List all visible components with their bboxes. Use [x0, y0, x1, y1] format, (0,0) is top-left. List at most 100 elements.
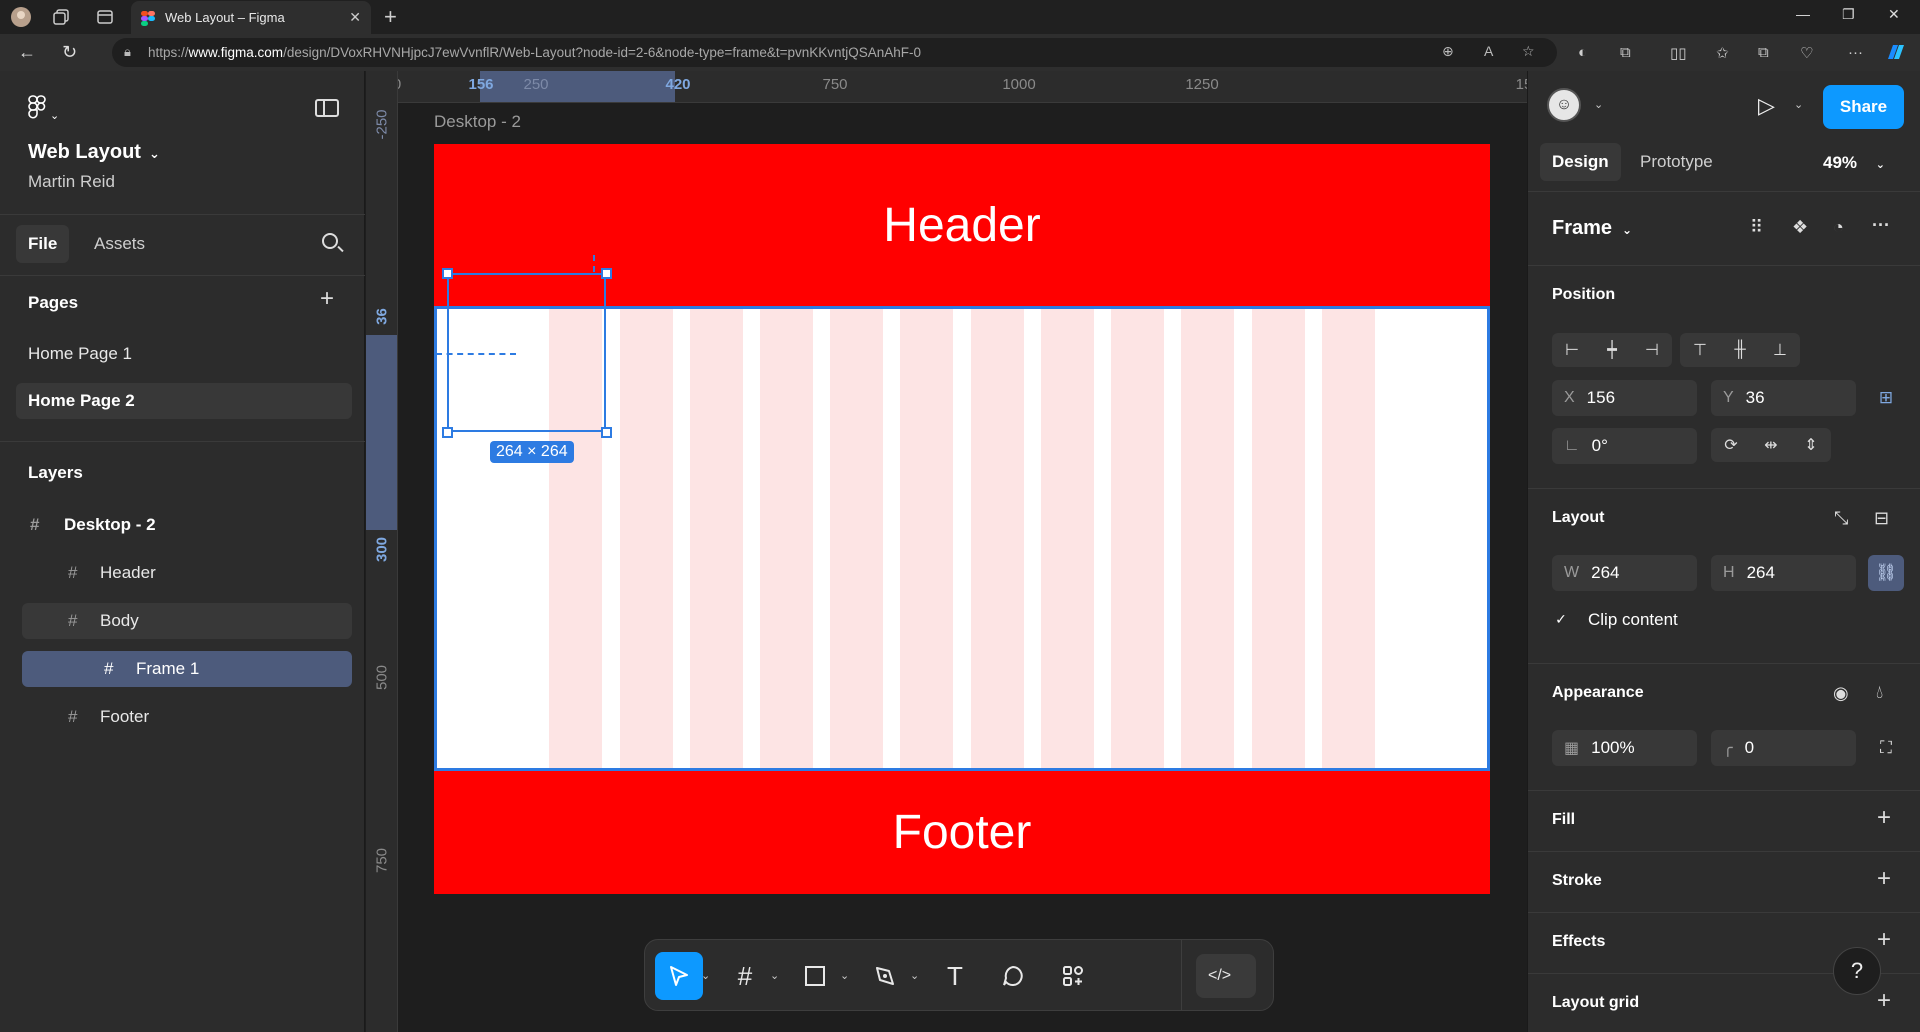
resize-handle[interactable]	[442, 427, 453, 438]
align-bottom-icon[interactable]: ⊥	[1760, 333, 1800, 367]
move-tool-icon[interactable]	[655, 952, 703, 1000]
x-position-field[interactable]: X 156	[1552, 380, 1697, 416]
chevron-down-icon[interactable]: ⌄	[1876, 159, 1885, 171]
chevron-down-icon[interactable]: ⌄	[840, 969, 849, 982]
align-left-icon[interactable]: ⊢	[1552, 333, 1592, 367]
avatar[interactable]: ☺	[1547, 88, 1581, 122]
tab-assets[interactable]: Assets	[82, 225, 157, 263]
y-position-field[interactable]: Y 36	[1711, 380, 1856, 416]
chevron-down-icon[interactable]: ⌄	[910, 969, 919, 982]
align-horizontal-center-icon[interactable]: ┿	[1592, 333, 1632, 367]
close-tab-icon[interactable]: ✕	[349, 9, 361, 26]
flip-horizontal-icon[interactable]: ⇹	[1751, 428, 1791, 462]
resize-handle[interactable]	[442, 268, 453, 279]
height-field[interactable]: H 264	[1711, 555, 1856, 591]
favorite-star-icon[interactable]: ☆	[1522, 43, 1535, 60]
collapse-icon[interactable]: ⤡	[1834, 508, 1848, 529]
frame-tool-icon[interactable]: #	[721, 952, 769, 1000]
checkmark-icon[interactable]: ✓	[1552, 610, 1570, 628]
opacity-field[interactable]: ▦ 100%	[1552, 730, 1697, 766]
url-field[interactable]: 🔒︎ https://www.figma.com/design/DVoxRHVN…	[112, 38, 1557, 67]
page-item[interactable]: Home Page 1	[16, 336, 352, 372]
add-fill-icon[interactable]: +	[1877, 804, 1891, 832]
align-right-icon[interactable]: ⊣	[1632, 333, 1672, 367]
chevron-down-icon[interactable]: ⌄	[149, 146, 160, 161]
tab-file[interactable]: File	[16, 225, 70, 263]
tab-actions-icon[interactable]	[94, 6, 116, 28]
resize-handle[interactable]	[601, 268, 612, 279]
rotation-field[interactable]: ∟ 0°	[1552, 428, 1697, 464]
rectangle-tool-icon[interactable]	[791, 952, 839, 1000]
rotate-icon[interactable]: ⟳	[1711, 428, 1751, 462]
lock-icon[interactable]: 🔒︎	[124, 44, 131, 60]
selected-frame-1[interactable]	[447, 273, 606, 432]
figma-menu-icon[interactable]: ⌄	[28, 95, 59, 125]
width-field[interactable]: W 264	[1552, 555, 1697, 591]
chevron-down-icon[interactable]: ⌄	[770, 969, 779, 982]
flip-vertical-icon[interactable]: ⇕	[1791, 428, 1831, 462]
minimize-icon[interactable]: —	[1796, 6, 1810, 22]
back-icon[interactable]: ←	[18, 42, 36, 63]
canvas[interactable]: 0 156 250 420 750 1000 1250 15 -250 36 3…	[366, 71, 1527, 1032]
browser-essentials-icon[interactable]: ♡	[1800, 44, 1813, 62]
component-icon[interactable]: ❖	[1792, 217, 1808, 238]
dev-mode-toggle[interactable]: </>	[1196, 954, 1256, 998]
comment-tool-icon[interactable]	[989, 952, 1037, 1000]
resize-handle[interactable]	[601, 427, 612, 438]
zoom-icon[interactable]: ⊕	[1442, 43, 1454, 60]
layer-frame-1[interactable]: # Frame 1	[22, 651, 352, 687]
chevron-down-icon[interactable]: ⌄	[1794, 98, 1803, 111]
visibility-eye-icon[interactable]: ◉	[1833, 683, 1849, 704]
file-name[interactable]: Web Layout ⌄	[28, 141, 160, 164]
new-tab-icon[interactable]: +	[384, 4, 397, 30]
share-button[interactable]: Share	[1823, 85, 1904, 129]
add-page-icon[interactable]: +	[320, 285, 334, 313]
footer-frame[interactable]: Footer	[434, 771, 1490, 894]
collections-icon[interactable]: ⧉	[1758, 44, 1769, 61]
chevron-down-icon[interactable]: ⌄	[701, 969, 710, 982]
toggle-sidebar-icon[interactable]	[315, 99, 339, 117]
search-icon[interactable]	[322, 233, 338, 249]
help-icon[interactable]: ?	[1833, 947, 1881, 995]
constrain-proportions-icon[interactable]: ⛓︎	[1868, 555, 1904, 591]
more-options-icon[interactable]: ···	[1872, 215, 1890, 236]
corner-radius-field[interactable]: ╭ 0	[1711, 730, 1856, 766]
chevron-down-icon[interactable]: ⌄	[1622, 223, 1632, 237]
align-vertical-center-icon[interactable]: ╫	[1720, 333, 1760, 367]
read-aloud-icon[interactable]: A	[1484, 43, 1493, 59]
restore-icon[interactable]: ❐	[1842, 6, 1855, 23]
split-screen-icon[interactable]: ▯▯	[1670, 44, 1687, 62]
pen-tool-icon[interactable]	[861, 952, 909, 1000]
extensions-puzzle-icon[interactable]: ⧉	[1620, 44, 1631, 61]
more-menu-icon[interactable]: ···	[1848, 44, 1863, 61]
copilot-icon[interactable]	[1884, 41, 1906, 67]
text-tool-icon[interactable]: T	[931, 952, 979, 1000]
zoom-level[interactable]: 49% ⌄	[1823, 153, 1885, 173]
favorites-icon[interactable]: ✩	[1716, 44, 1729, 62]
frame-name-label[interactable]: Desktop - 2	[434, 112, 521, 132]
auto-layout-icon[interactable]: ⊟	[1874, 508, 1889, 529]
blend-drop-icon[interactable]: 💧︎	[1876, 682, 1883, 703]
clip-content-label[interactable]: Clip content	[1588, 610, 1678, 630]
profile-icon[interactable]	[10, 6, 32, 28]
layer-body[interactable]: # Body	[22, 603, 352, 639]
page-item-selected[interactable]: Home Page 2	[16, 383, 352, 419]
constraints-icon[interactable]: ⊞	[1868, 380, 1904, 416]
layer-footer[interactable]: # Footer	[22, 699, 352, 735]
workspaces-icon[interactable]	[50, 6, 72, 28]
add-stroke-icon[interactable]: +	[1877, 865, 1891, 893]
chevron-down-icon[interactable]: ⌄	[1594, 98, 1603, 111]
actions-tool-icon[interactable]	[1049, 952, 1097, 1000]
layer-desktop-2[interactable]: # Desktop - 2	[22, 507, 352, 543]
refresh-icon[interactable]: ↻	[62, 42, 77, 63]
present-play-icon[interactable]: ▷	[1758, 93, 1775, 119]
add-effect-icon[interactable]: +	[1877, 926, 1891, 954]
add-layout-grid-icon[interactable]: +	[1877, 987, 1891, 1015]
tab-prototype[interactable]: Prototype	[1628, 143, 1725, 181]
layer-header[interactable]: # Header	[22, 555, 352, 591]
selection-type[interactable]: Frame ⌄	[1552, 217, 1632, 240]
tab-design[interactable]: Design	[1540, 143, 1621, 181]
close-window-icon[interactable]: ✕	[1888, 6, 1900, 23]
auto-layout-grid-icon[interactable]: ⠿	[1750, 217, 1763, 238]
mask-icon[interactable]: ◔	[1833, 217, 1844, 238]
